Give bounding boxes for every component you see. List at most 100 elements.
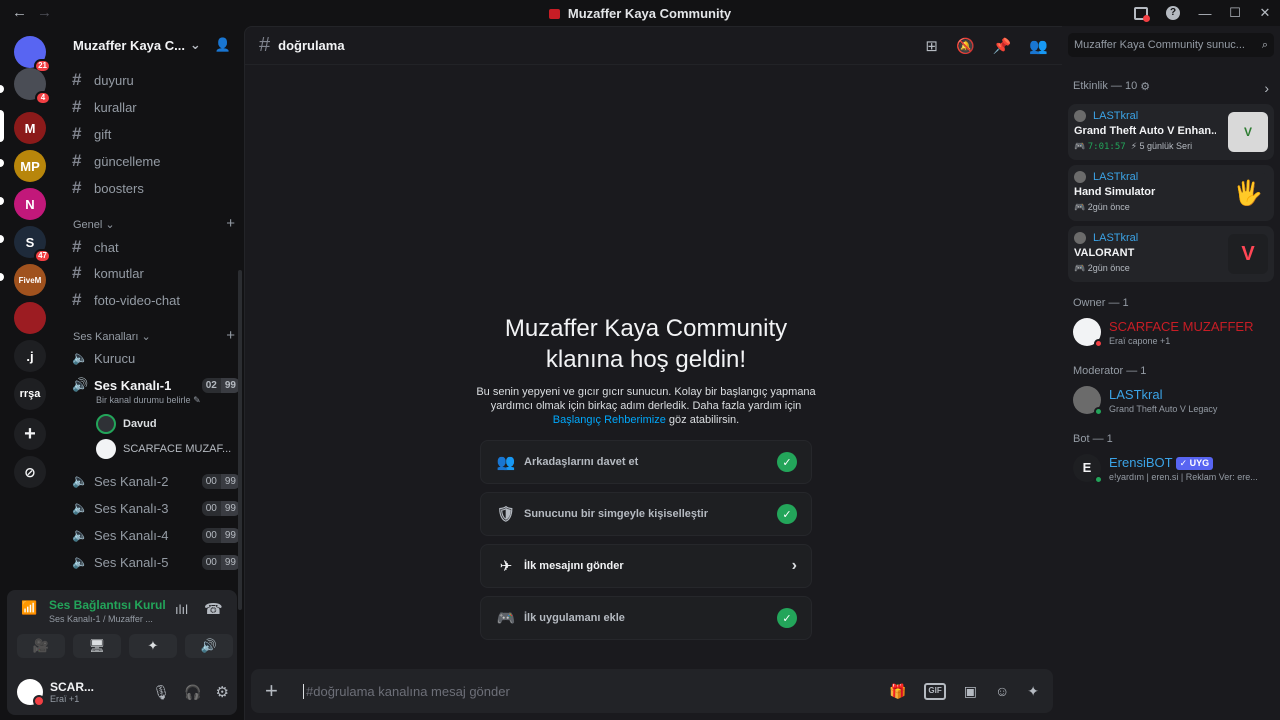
channel-duyuru[interactable]: # duyuru [72,68,240,92]
disconnect-icon[interactable]: ☎ [204,600,223,618]
guild-header[interactable]: Muzaffer Kaya C... ⌄ 👤 [60,26,244,64]
voice-channel-1[interactable]: 🔊 Ses Kanalı-1 02 99 [72,373,240,397]
speaker-icon: 🔈 [72,350,89,365]
getting-started-link[interactable]: Başlangıç Rehberimize [553,414,666,426]
category-voice[interactable]: Ses Kanalları ⌄ + [73,328,235,343]
server-2-icon[interactable]: M [14,112,46,144]
direct-messages-icon[interactable]: 21 [14,36,51,73]
inbox-icon[interactable] [1134,6,1150,22]
task-customize-icon[interactable]: 🛡 Sunucunu bir simgeyle kişiselleştir ✓ [480,492,812,536]
activities-button[interactable]: ✦ [129,634,177,658]
add-server-button[interactable]: + [14,418,46,450]
activity-card[interactable]: LASTkral Grand Theft Auto V Enhan... 🎮 7… [1068,104,1274,160]
pencil-icon: ✎ [193,395,201,405]
gift-icon[interactable]: 🎁 [889,683,906,700]
hash-icon: # [72,97,82,116]
activity-header[interactable]: Etkinlik — 10 ⚙ › [1073,80,1269,96]
server-label: S [25,234,35,250]
user-count-current: 00 [201,500,221,516]
task-first-message[interactable]: ✈ İlk mesajını gönder › [480,544,812,588]
minimize-button[interactable]: — [1190,6,1220,21]
user-count: 02 99 [201,377,240,393]
voice-channel-2[interactable]: 🔈 Ses Kanalı-2 00 99 [72,469,240,493]
activity-card[interactable]: LASTkral VALORANT 🎮 2gün önce V [1068,226,1274,282]
member-moderator[interactable]: LASTkral Grand Theft Auto V Legacy [1073,386,1217,416]
add-channel-icon[interactable]: + [226,216,235,231]
noise-suppression-icon[interactable]: ılıl [175,602,188,617]
window-title: Muzaffer Kaya Community [0,6,1280,21]
channel-label: foto-video-chat [94,292,180,308]
apps-icon[interactable]: ✦ [1027,683,1039,700]
pinned-icon[interactable]: 📌 [993,37,1012,55]
server-3-icon[interactable]: MP [14,150,46,182]
task-add-app[interactable]: 🎮 İlk uygulamanı ekle ✓ [480,596,812,640]
server-7-icon[interactable] [14,302,46,334]
voice-status[interactable]: Ses Bağlantısı Kurul [49,598,166,612]
server-6-icon[interactable]: FiveM [14,264,46,296]
threads-icon[interactable]: ⊞ [925,37,938,55]
server-8-icon[interactable]: .j [14,340,46,372]
channel-foto-video-chat[interactable]: # foto-video-chat [72,288,240,312]
channel-status[interactable]: Bir kanal durumu belirle ✎ [96,395,201,406]
sticker-icon[interactable]: ▣ [964,683,977,700]
lightning-icon: ⚡ [1130,141,1138,151]
voice-channel-5[interactable]: 🔈 Ses Kanalı-5 00 99 [72,550,240,574]
voice-user-davud[interactable]: Davud [96,414,157,434]
voice-channel-kurucu[interactable]: 🔈 Kurucu [72,346,240,370]
soundboard-button[interactable]: 🔊 [185,634,233,658]
channel-label: Kurucu [94,350,136,366]
avatar [96,439,116,459]
unread-pill [0,235,4,243]
category-general[interactable]: Genel ⌄ + [73,216,235,231]
channel-komutlar[interactable]: # komutlar [72,261,240,285]
server-9-icon[interactable]: rrşa [14,378,46,410]
member-status: e!yardım | eren.si | Reklam Ver: ere... [1109,471,1258,482]
voice-channel-info[interactable]: Ses Kanalı-1 / Muzaffer ... [49,614,166,624]
help-icon[interactable]: ? [1166,6,1180,20]
notifications-muted-icon[interactable]: 🔕 [956,37,975,55]
screen-share-button[interactable]: 🖥 [73,634,121,658]
discover-icon[interactable]: ⊘ [14,456,46,488]
voice-connection: 📶 Ses Bağlantısı Kurul Ses Kanalı-1 / Mu… [19,598,166,624]
server-4-icon[interactable]: N [14,188,46,220]
server-5-icon[interactable]: S 47 [14,226,51,263]
hash-icon: # [72,124,82,143]
maximize-button[interactable]: ☐ [1220,5,1250,21]
check-icon: ✓ [777,608,797,628]
settings-gear-icon[interactable]: ⚙ [216,683,229,701]
member-bot[interactable]: E ErensiBOT ✓ UYG e!yardım | eren.si | Re… [1073,454,1258,484]
server-1-icon[interactable]: 4 [14,68,51,105]
microphone-icon[interactable]: 🎙 [152,684,170,701]
activity-time: 2gün önce [1087,263,1130,273]
upload-plus-icon[interactable]: + [265,678,303,704]
header-tools: ⊞ 🔕 📌 👥 [925,37,1048,55]
channel-gift[interactable]: # gift [72,122,240,146]
emoji-icon[interactable]: ☺ [995,683,1009,700]
current-user[interactable]: SCAR... Eraї +1 🎙 🎧 ⚙ [17,674,229,710]
channel-guncelleme[interactable]: # güncelleme [72,149,240,173]
channel-kurallar[interactable]: # kurallar [72,95,240,119]
headphones-icon[interactable]: 🎧 [184,684,201,701]
gif-icon[interactable]: GIF [924,682,946,700]
signal-icon[interactable]: 📶 [21,600,37,616]
search-input[interactable]: Muzaffer Kaya Community sunuc... ⌕ [1068,33,1274,57]
camera-button[interactable]: 🎥 [17,634,65,658]
activity-card[interactable]: LASTkral Hand Simulator 🎮 2gün önce 🖐 [1068,165,1274,221]
add-channel-icon[interactable]: + [226,328,235,343]
channel-chat[interactable]: # chat [72,235,240,259]
voice-channel-4[interactable]: 🔈 Ses Kanalı-4 00 99 [72,523,240,547]
message-input[interactable] [303,683,889,699]
member-owner[interactable]: SCARFACE MUZAFFER Eraї capone +1 [1073,318,1254,348]
unread-pill [0,85,4,93]
category-label: Genel [73,219,103,231]
voice-channel-3[interactable]: 🔈 Ses Kanalı-3 00 99 [72,496,240,520]
member-list-icon[interactable]: 👥 [1029,37,1048,55]
task-invite-friends[interactable]: 👥 Arkadaşlarını davet et ✓ [480,440,812,484]
invite-icon[interactable]: 👤 [215,37,231,53]
channel-boosters[interactable]: # boosters [72,176,240,200]
channel-label: boosters [94,180,144,196]
voice-user-scarface[interactable]: SCARFACE MUZAF... [96,439,231,459]
close-button[interactable]: ✕ [1250,5,1280,21]
channel-scrollbar[interactable] [238,270,242,610]
member-name: SCARFACE MUZAFFER [1109,318,1254,334]
